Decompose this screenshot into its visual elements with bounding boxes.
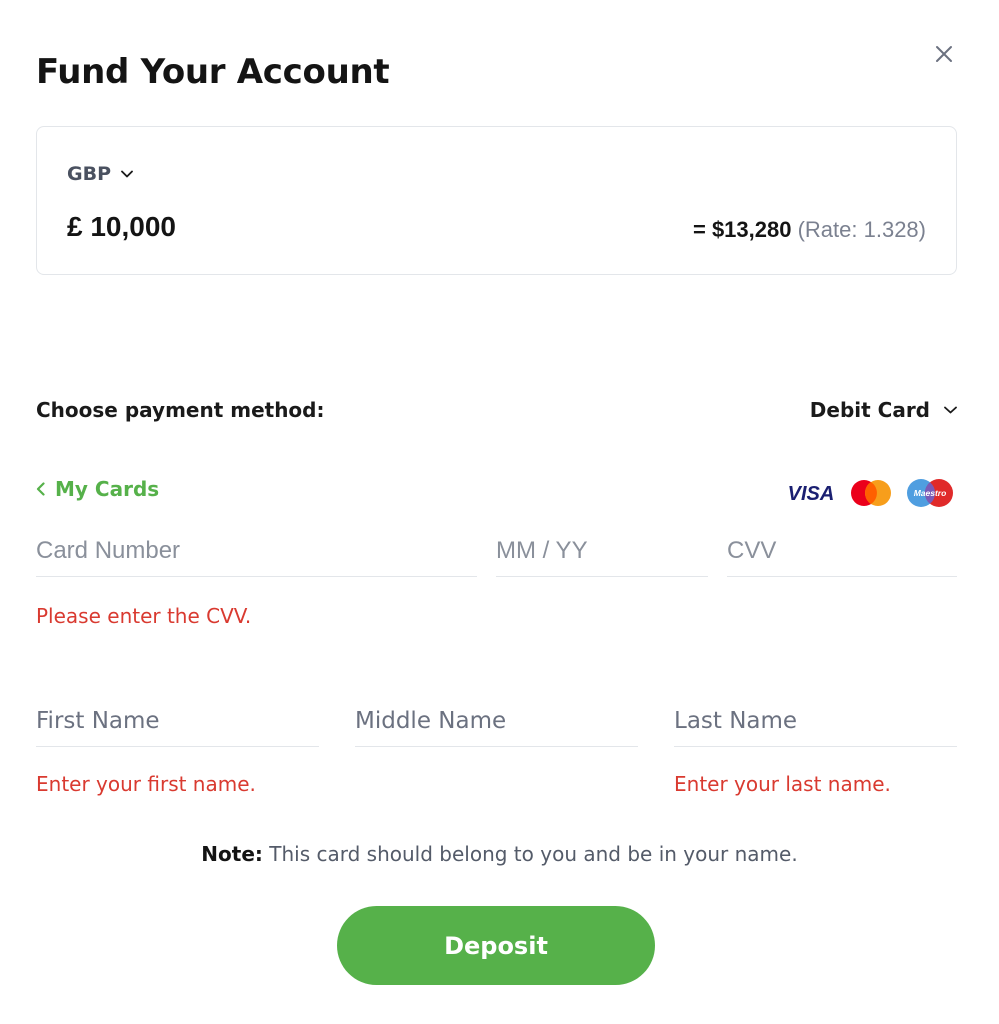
card-ownership-note: Note: This card should belong to you and… — [0, 842, 999, 866]
cvv-error: Please enter the CVV. — [36, 604, 252, 628]
middle-name-input[interactable] — [355, 701, 638, 741]
card-number-field — [36, 531, 477, 577]
close-icon — [936, 46, 952, 62]
accepted-cards: VISA Maestro — [785, 478, 955, 508]
visa-logo-text: VISA — [788, 483, 835, 505]
deposit-button[interactable]: Deposit — [337, 906, 655, 985]
payment-method-label: Choose payment method: — [36, 398, 325, 422]
chevron-down-icon — [121, 170, 133, 178]
visa-logo-icon: VISA — [788, 483, 835, 505]
exchange-rate: (Rate: 1.328) — [797, 217, 926, 242]
mastercard-logo-icon — [851, 480, 891, 506]
card-number-input[interactable] — [36, 531, 477, 571]
last-name-field — [674, 701, 957, 747]
conversion-summary: = $13,280 (Rate: 1.328) — [693, 217, 926, 243]
last-name-error: Enter your last name. — [674, 772, 891, 796]
last-name-input[interactable] — [674, 701, 957, 741]
cvv-input[interactable] — [727, 531, 957, 571]
chevron-down-icon — [944, 406, 957, 414]
expiry-field — [496, 531, 708, 577]
amount-panel: GBP £ 10,000 = $13,280 (Rate: 1.328) — [36, 126, 957, 275]
converted-amount: = $13,280 — [692, 217, 792, 242]
payment-method-value: Debit Card — [809, 398, 930, 422]
payment-method-select[interactable]: Debit Card — [810, 398, 957, 422]
currency-select[interactable]: GBP — [67, 163, 133, 185]
maestro-logo-icon: Maestro — [907, 479, 953, 507]
modal-title: Fund Your Account — [36, 52, 390, 92]
note-text: This card should belong to you and be in… — [269, 842, 798, 866]
cvv-field — [727, 531, 957, 577]
expiry-input[interactable] — [496, 531, 708, 571]
fund-account-modal: Fund Your Account GBP £ 10,000 = $13,280… — [0, 0, 999, 1024]
currency-label: GBP — [67, 163, 112, 185]
amount-input[interactable]: £ 10,000 — [67, 211, 176, 243]
close-button[interactable] — [928, 38, 960, 70]
first-name-field — [36, 701, 319, 747]
maestro-logo-text: Maestro — [914, 488, 947, 498]
first-name-input[interactable] — [36, 701, 319, 741]
chevron-left-icon — [36, 482, 45, 496]
my-cards-link[interactable]: My Cards — [36, 477, 159, 501]
middle-name-field — [355, 701, 638, 747]
note-label: Note: — [201, 842, 263, 866]
first-name-error: Enter your first name. — [36, 772, 256, 796]
my-cards-label: My Cards — [55, 477, 160, 501]
